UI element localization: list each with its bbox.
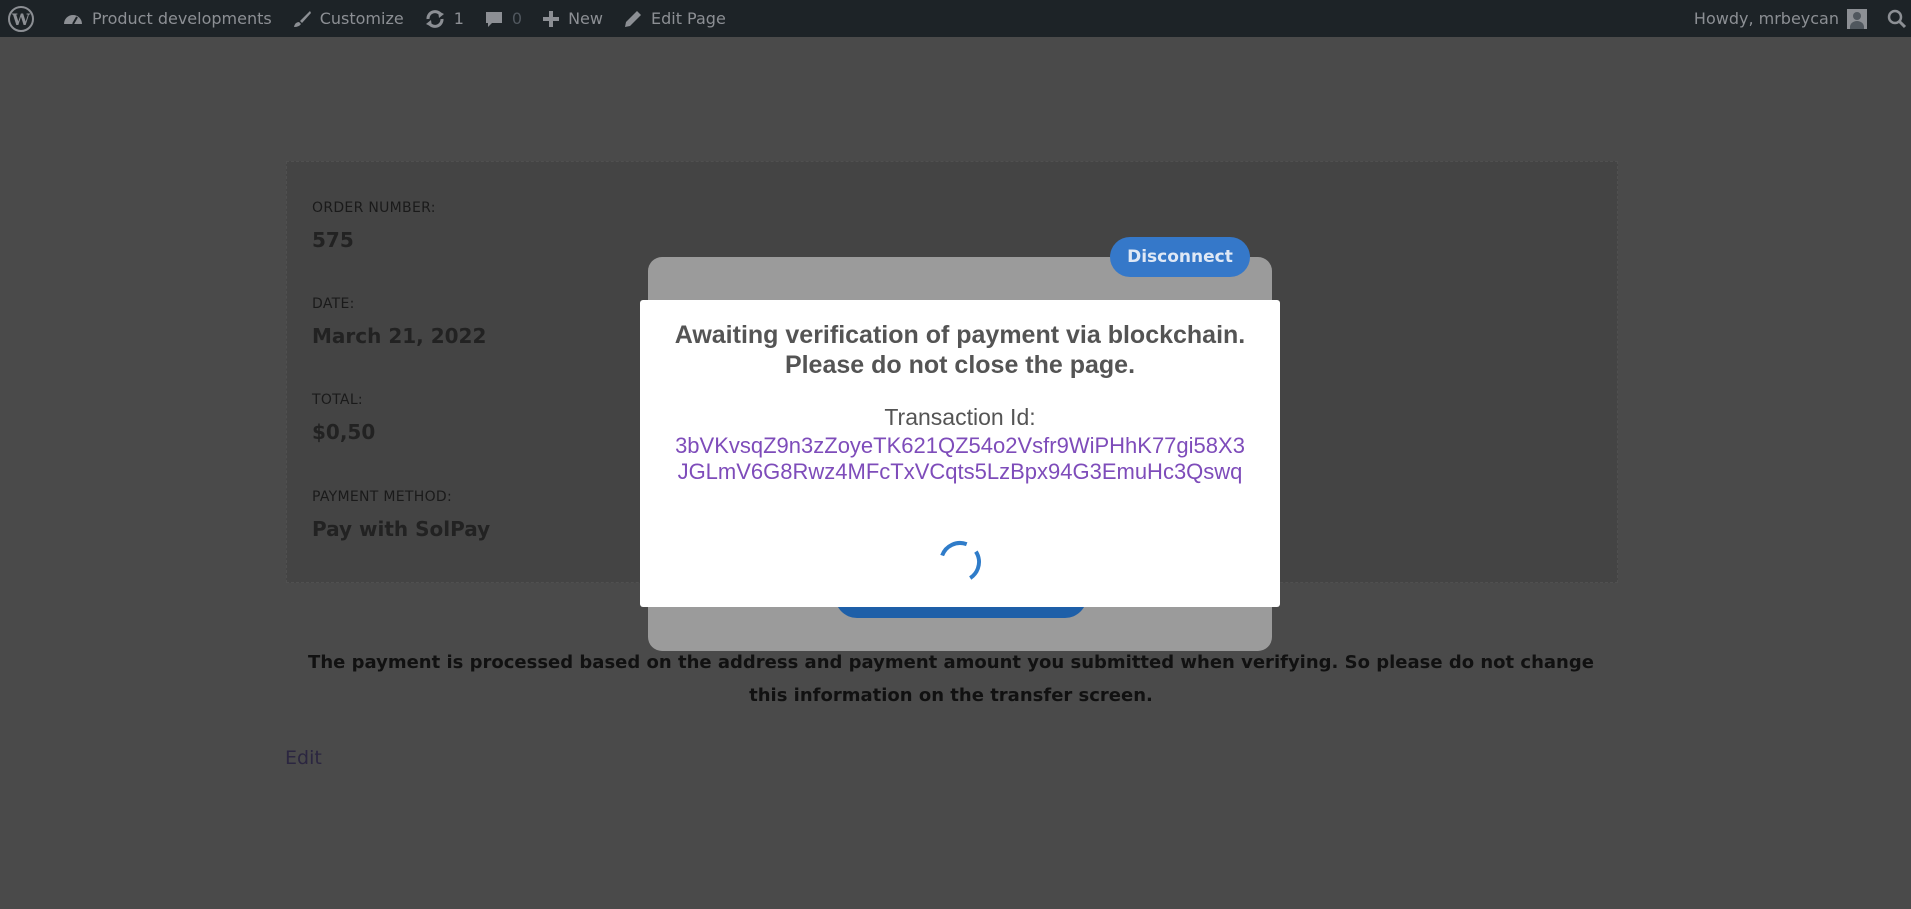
edit-page-link[interactable]: Edit Page xyxy=(613,0,736,37)
order-total-label: TOTAL: xyxy=(312,392,363,408)
payment-notice: The payment is processed based on the ad… xyxy=(308,652,1594,706)
order-date-value: March 21, 2022 xyxy=(312,324,487,348)
svg-text:W: W xyxy=(11,10,31,29)
order-number-label: ORDER NUMBER: xyxy=(312,200,436,216)
comments-count: 0 xyxy=(511,9,523,28)
pencil-icon xyxy=(623,9,643,29)
admin-bar: W Product developments Customize 1 0 New… xyxy=(0,0,1911,37)
disconnect-button[interactable]: Disconnect xyxy=(1110,237,1250,277)
order-date-field: DATE: March 21, 2022 xyxy=(312,296,486,348)
wordpress-logo-button[interactable]: W xyxy=(0,0,52,37)
comments-link[interactable]: 0 xyxy=(474,0,532,37)
order-number-value: 575 xyxy=(312,228,354,252)
payment-method-label: PAYMENT METHOD: xyxy=(312,489,453,505)
site-name-label: Product developments xyxy=(92,9,272,28)
payment-method-value: Pay with SolPay xyxy=(312,517,491,541)
order-date-label: DATE: xyxy=(312,296,355,312)
howdy-label: Howdy, mrbeycan xyxy=(1693,9,1839,28)
customize-link[interactable]: Customize xyxy=(282,0,414,37)
transaction-id-label: Transaction Id: xyxy=(884,404,1036,430)
loading-spinner-icon xyxy=(938,540,982,584)
new-content-link[interactable]: New xyxy=(532,0,613,37)
plus-icon xyxy=(542,10,560,28)
wordpress-logo-icon: W xyxy=(8,5,34,32)
updates-count: 1 xyxy=(453,9,464,28)
updates-refresh-icon xyxy=(424,9,446,29)
search-icon xyxy=(1887,9,1907,29)
new-label: New xyxy=(568,9,603,28)
my-account-link[interactable]: Howdy, mrbeycan xyxy=(1684,0,1877,37)
comment-bubble-icon xyxy=(484,9,504,29)
paintbrush-icon xyxy=(292,9,312,29)
order-total-field: TOTAL: $0,50 xyxy=(312,392,375,444)
site-name-link[interactable]: Product developments xyxy=(52,0,282,37)
updates-link[interactable]: 1 xyxy=(414,0,474,37)
transaction-id-link[interactable]: 3bVKvsqZ9n3zZoyeTK621QZ54o2Vsfr9WiPHhK77… xyxy=(673,433,1248,485)
admin-search-button[interactable] xyxy=(1877,0,1911,37)
verification-title: Awaiting verification of payment via blo… xyxy=(674,321,1246,379)
order-number-field: ORDER NUMBER: 575 xyxy=(312,200,436,252)
verification-modal: Awaiting verification of payment via blo… xyxy=(640,300,1280,607)
edit-link[interactable]: Edit xyxy=(285,747,322,769)
payment-method-field: PAYMENT METHOD: Pay with SolPay xyxy=(312,489,490,541)
dashboard-gauge-icon xyxy=(62,10,84,28)
order-total-value: $0,50 xyxy=(312,420,376,444)
avatar xyxy=(1847,8,1867,29)
customize-label: Customize xyxy=(319,9,404,28)
edit-page-label: Edit Page xyxy=(650,9,726,28)
